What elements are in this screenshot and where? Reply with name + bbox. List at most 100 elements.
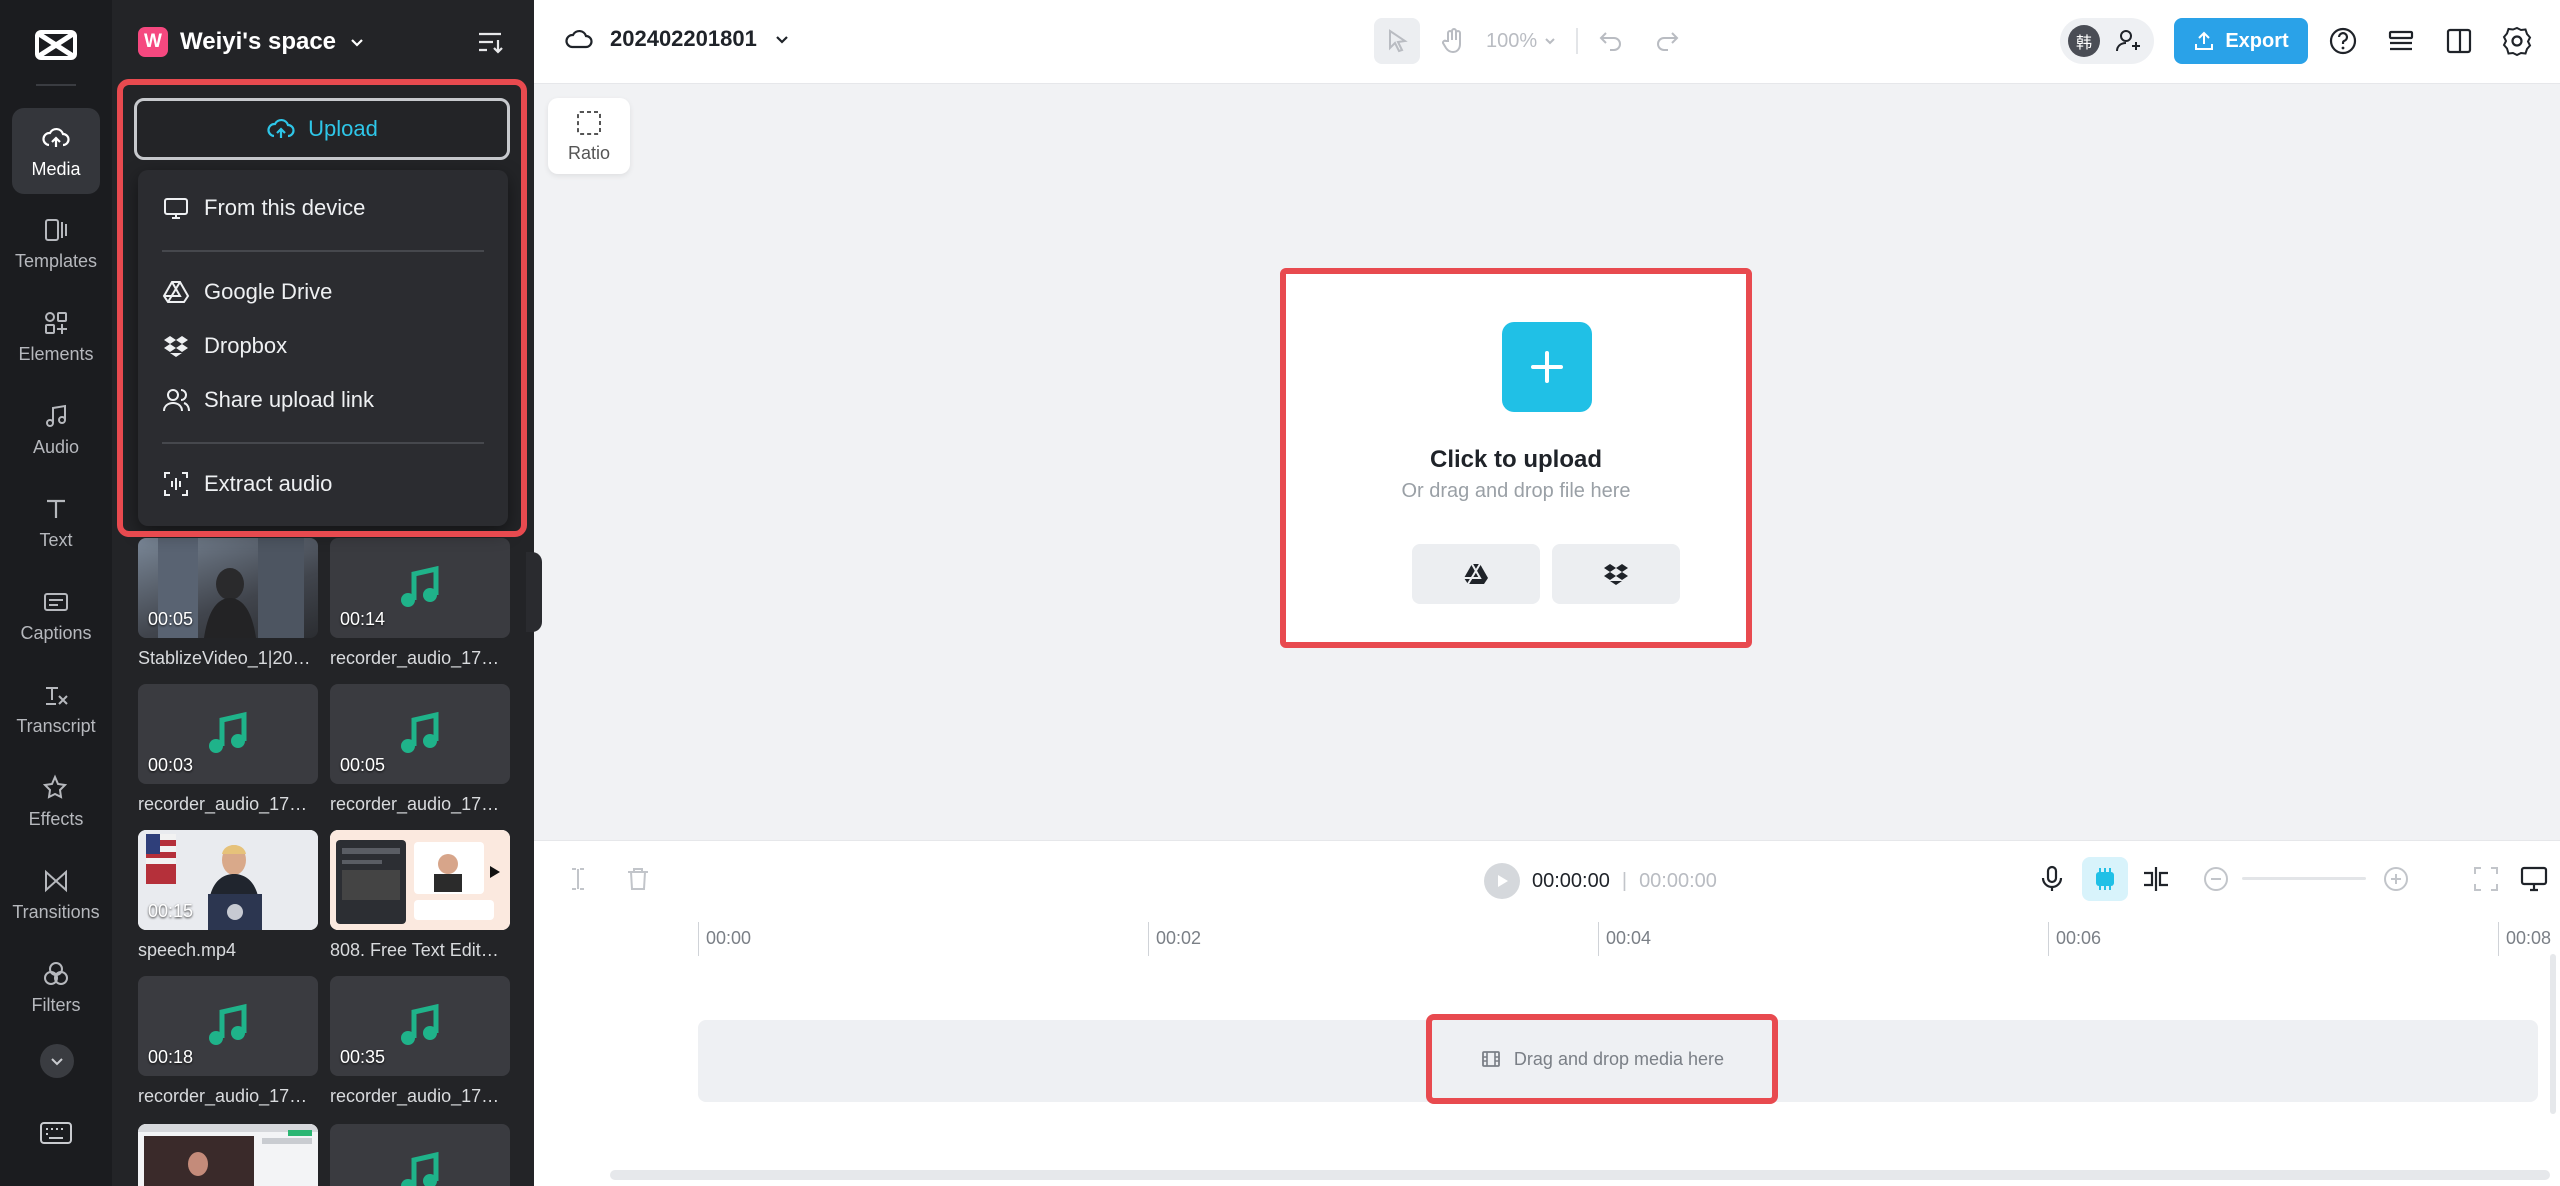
ruler-tick <box>2498 922 2499 956</box>
menu-item-dropbox[interactable]: Dropbox <box>162 326 287 366</box>
effects-icon <box>42 773 68 799</box>
nav-filters[interactable]: Filters <box>12 944 100 1030</box>
export-button[interactable]: Export <box>2174 18 2308 64</box>
keyboard-shortcuts-icon[interactable] <box>38 1118 74 1148</box>
zoom-out-icon[interactable] <box>2200 863 2232 895</box>
media-duration: 00:05 <box>340 755 386 775</box>
settings-gear-icon[interactable] <box>2500 24 2534 58</box>
sort-icon[interactable] <box>474 26 506 58</box>
cloud-upload-icon <box>42 127 70 147</box>
layout-panel-icon[interactable] <box>2442 24 2476 58</box>
media-tile[interactable]: 00:15 <box>138 830 318 930</box>
cloud-upload-icon <box>267 118 295 138</box>
add-user-icon[interactable] <box>2114 26 2144 56</box>
monitor-icon <box>164 198 188 219</box>
media-tile[interactable]: 00:05 <box>138 538 318 638</box>
redo-button[interactable] <box>1644 18 1690 64</box>
help-icon[interactable] <box>2326 24 2360 58</box>
zoom-dropdown[interactable]: 100% <box>1486 30 1566 53</box>
ruler-label: 00:02 <box>1156 928 1202 948</box>
nav-templates[interactable]: Templates <box>12 200 100 286</box>
nav-transcript[interactable]: Transcript <box>12 665 100 751</box>
dropbox-button[interactable] <box>1552 544 1680 604</box>
collaborator-avatar: 韩 <box>2068 25 2100 57</box>
workspace-switcher[interactable]: W Weiyi's space <box>138 22 366 62</box>
media-tile[interactable]: 00:05 <box>330 684 510 784</box>
nav-effects[interactable]: Effects <box>12 758 100 844</box>
zoom-in-icon[interactable] <box>2380 863 2412 895</box>
upload-button[interactable]: Upload <box>134 98 510 160</box>
split-screen-icon[interactable] <box>2140 863 2172 895</box>
transcript-icon <box>46 686 68 705</box>
play-button[interactable] <box>1484 863 1520 899</box>
workspace-avatar: W <box>138 27 168 57</box>
media-duration: 00:15 <box>148 901 194 921</box>
playback-controls: 00:00:00 | 00:00:00 <box>1484 863 1717 899</box>
nav-audio[interactable]: Audio <box>12 386 100 472</box>
ruler-label: 00:06 <box>2056 928 2102 948</box>
menu-item-from-device[interactable]: From this device <box>162 188 365 228</box>
menu-item-share-upload-link[interactable]: Share upload link <box>162 380 374 420</box>
media-tile[interactable] <box>138 1124 318 1186</box>
microphone-icon[interactable] <box>2036 863 2068 895</box>
fullscreen-icon[interactable] <box>2470 863 2502 895</box>
auto-snap-toggle[interactable] <box>2082 857 2128 901</box>
menu-item-extract-audio[interactable]: Extract audio <box>162 464 332 504</box>
nav-text[interactable]: Text <box>12 479 100 565</box>
ruler-tick <box>1598 922 1599 956</box>
more-tools-button[interactable] <box>40 1044 74 1078</box>
collapse-panel-handle[interactable] <box>526 552 542 632</box>
google-drive-icon <box>162 281 190 303</box>
media-duration: 00:35 <box>340 1047 386 1067</box>
menu-item-google-drive[interactable]: Google Drive <box>162 272 332 312</box>
media-name: 808. Free Text Edit… <box>330 940 499 960</box>
media-name: recorder_audio_17… <box>330 794 500 814</box>
timeline-zoom-slider[interactable] <box>2242 877 2366 880</box>
music-note-icon <box>401 711 439 753</box>
ruler-label: 00:00 <box>706 928 752 948</box>
track-drop-zone[interactable]: Drag and drop media here <box>1426 1014 1778 1104</box>
google-drive-button[interactable] <box>1412 544 1540 604</box>
layers-icon[interactable] <box>2384 24 2418 58</box>
redo-icon <box>1657 32 1679 51</box>
select-tool-button[interactable] <box>1374 18 1420 64</box>
media-tile[interactable]: 00:14 <box>330 538 510 638</box>
time-separator: | <box>1621 869 1628 892</box>
media-tile[interactable]: 00:03 <box>138 684 318 784</box>
capcut-logo-icon[interactable] <box>33 22 79 68</box>
timeline-toolbar: 00:00:00 | 00:00:00 <box>534 840 2560 914</box>
upload-button-label: Upload <box>308 116 378 141</box>
upload-drop-zone[interactable]: Click to upload Or drag and drop file he… <box>1280 268 1752 648</box>
ruler-tick <box>2048 922 2049 956</box>
nav-captions[interactable]: Captions <box>12 572 100 658</box>
rail-divider <box>36 84 76 86</box>
nav-transitions[interactable]: Transitions <box>12 851 100 937</box>
ratio-button[interactable]: Ratio <box>548 98 630 174</box>
timeline-horizontal-scrollbar[interactable] <box>610 1170 2550 1180</box>
chevron-down-icon <box>51 1058 63 1066</box>
music-note-icon <box>46 404 66 427</box>
undo-button[interactable] <box>1588 18 1634 64</box>
media-tile[interactable]: 00:35 <box>330 976 510 1076</box>
project-name: 202402201801 <box>610 26 757 51</box>
project-title[interactable]: 202402201801 <box>564 24 791 54</box>
preview-monitor-icon[interactable] <box>2518 863 2550 895</box>
drop-hint: Drag and drop media here <box>1513 1048 1725 1069</box>
timeline-vertical-scrollbar[interactable] <box>2550 954 2556 1114</box>
hand-icon <box>1442 28 1461 54</box>
click-to-upload-button[interactable] <box>1502 322 1592 412</box>
music-note-icon <box>401 1003 439 1045</box>
image-thumbnail <box>330 830 510 930</box>
nav-elements[interactable]: Elements <box>12 293 100 379</box>
split-icon[interactable] <box>562 863 594 895</box>
media-tile[interactable]: 00:18 <box>138 976 318 1076</box>
delete-icon[interactable] <box>622 863 654 895</box>
media-tile[interactable] <box>330 1124 510 1186</box>
media-tile[interactable] <box>330 830 510 930</box>
media-panel: W Weiyi's space Upload From this device … <box>112 0 534 1186</box>
ruler-label: 00:08 <box>2506 928 2552 948</box>
menu-divider <box>162 250 484 252</box>
collaborators[interactable]: 韩 <box>2060 18 2154 64</box>
nav-media[interactable]: Media <box>12 108 100 194</box>
hand-tool-button[interactable] <box>1430 18 1476 64</box>
